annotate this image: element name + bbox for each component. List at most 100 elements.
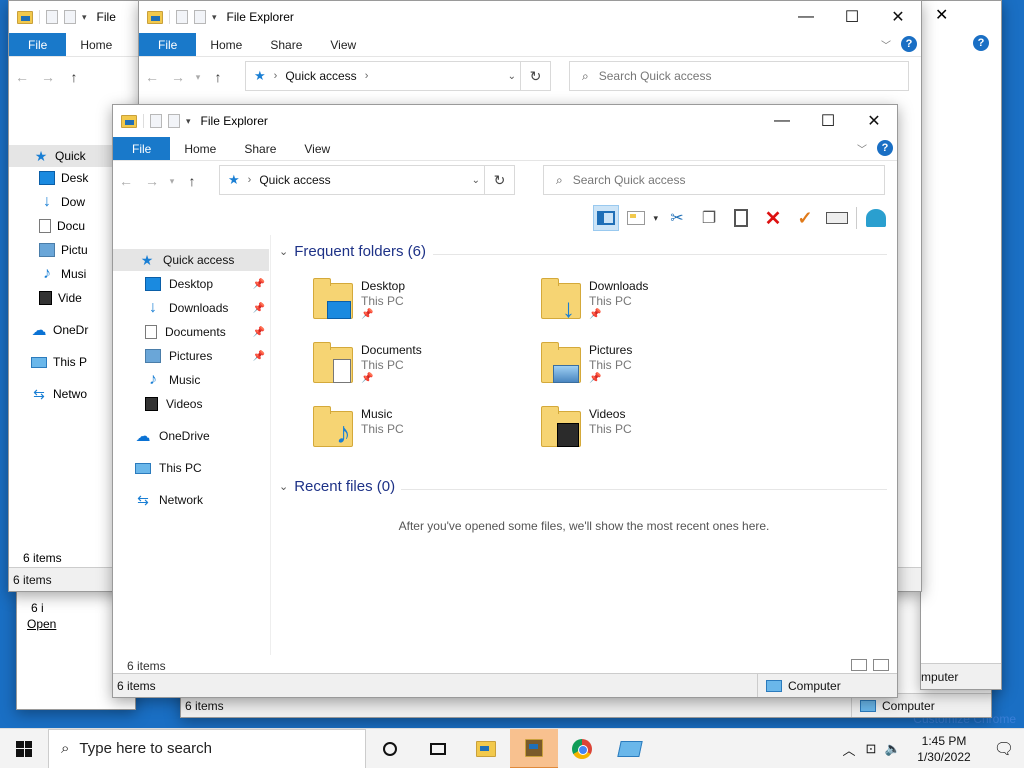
sidebar-item-quick-access[interactable]: ★ Quick access [113,249,269,271]
tab-share[interactable]: Share [256,33,316,56]
file-explorer-taskbar-button[interactable] [462,729,510,768]
delete-button[interactable]: ✕ [760,205,786,231]
refresh-icon[interactable]: ↻ [520,62,550,90]
sidebar-item-videos[interactable]: Vide [39,291,82,305]
properties-icon[interactable] [176,10,188,24]
properties-icon[interactable] [150,114,162,128]
pin-icon[interactable]: 📌 [253,279,265,290]
search-input[interactable]: ⌕ Search Quick access [569,61,909,91]
recent-files-header[interactable]: ⌄ Recent files (0) [279,478,395,495]
new-folder-icon[interactable] [168,114,180,128]
pin-icon[interactable]: 📌 [253,303,265,314]
chevron-down-icon[interactable]: ▾ [186,116,191,127]
sidebar-item-videos[interactable]: Videos [145,393,269,415]
up-icon[interactable]: ↑ [179,173,205,189]
up-icon[interactable]: ↑ [205,69,231,85]
tab-home[interactable]: Home [170,137,230,160]
chevron-down-icon[interactable]: ▾ [82,12,87,23]
new-folder-icon[interactable] [64,10,76,24]
tab-file[interactable]: File [113,137,171,160]
frequent-folders-header[interactable]: ⌄ Frequent folders (6) [279,243,426,260]
forward-icon[interactable]: → [35,69,61,85]
file-explorer-window[interactable]: ▾ File Explorer — ☐ ✕ File Home Share Vi… [112,104,898,698]
details-view-icon[interactable] [851,659,867,671]
properties-icon[interactable] [46,10,58,24]
navigation-pane-button[interactable] [593,205,620,231]
recent-locations-icon[interactable]: ▾ [165,176,179,187]
chevron-down-icon[interactable]: ▾ [653,213,658,224]
minimize-icon[interactable]: — [759,105,805,137]
tab-view[interactable]: View [290,137,344,160]
sidebar-item-desktop[interactable]: Desk [39,171,88,185]
new-folder-icon[interactable] [194,10,206,24]
sidebar-item-onedrive[interactable]: ☁ OneDrive [135,425,210,447]
sidebar-item-onedrive[interactable]: ☁ OneDr [31,322,89,339]
refresh-icon[interactable]: ↻ [484,166,514,194]
folder-tile-documents[interactable]: Documents This PC 📌 [313,341,422,387]
sidebar-item-pictures[interactable]: Pictures 📌 [145,345,269,367]
pin-icon[interactable]: 📌 [253,351,265,362]
folder-tile-pictures[interactable]: Pictures This PC 📌 [541,341,632,387]
sidebar-item-network[interactable]: ⇆ Netwo [31,386,87,402]
chrome-taskbar-button[interactable] [558,729,606,768]
clock[interactable]: 1:45 PM 1/30/2022 [904,733,984,765]
tab-file[interactable]: File [139,33,197,56]
tab-home[interactable]: Home [196,33,256,56]
cortana-button[interactable] [366,729,414,768]
sidebar-item-quick-access[interactable]: ★ Quick [9,145,119,167]
sidebar-item-documents[interactable]: Docu [39,219,85,233]
pin-icon[interactable]: 📌 [253,327,265,338]
tab-file[interactable]: File [9,33,67,56]
help-icon[interactable]: ? [901,36,917,52]
help-icon[interactable]: ? [877,140,893,156]
tab-home[interactable]: Home [66,33,126,56]
folder-tile-music[interactable]: ♪ Music This PC [313,405,404,451]
start-button[interactable] [0,729,48,768]
back-icon[interactable]: ← [9,69,35,85]
search-input[interactable]: ⌕ Search Quick access [543,165,885,195]
task-view-button[interactable] [414,729,462,768]
forward-icon[interactable]: → [139,173,165,189]
minimize-icon[interactable]: — [783,1,829,33]
up-icon[interactable]: ↑ [61,69,87,85]
copy-button[interactable]: ❐ [696,205,722,231]
rename-button[interactable]: ✓ [792,205,818,231]
open-link[interactable]: Open [27,617,56,631]
taskbar-search-box[interactable]: ⌕ Type here to search [48,728,366,768]
sidebar-item-pictures[interactable]: Pictu [39,243,88,257]
sidebar-item-desktop[interactable]: Desktop 📌 [145,273,269,295]
forward-icon[interactable]: → [165,69,191,85]
sidebar-item-this-pc[interactable]: This P [31,355,87,369]
sidebar-item-music[interactable]: ♪ Musi [39,265,86,282]
large-icons-view-icon[interactable] [873,659,889,671]
address-bar[interactable]: ★ › Quick access › ⌄ ↻ [245,61,551,91]
chevron-down-icon[interactable]: ﹀ [881,37,891,52]
expand-ribbon-icon[interactable]: ﹀ [857,141,867,156]
shell-button[interactable] [863,205,889,231]
recent-dropdown-icon[interactable]: ▾ [191,72,205,83]
address-bar[interactable]: ★ › Quick access ⌄ ↻ [219,165,515,195]
chevron-down-icon[interactable]: ⌄ [508,71,516,82]
background-window-right-2[interactable]: ✕ ? mputer [920,0,1002,690]
sidebar-item-downloads[interactable]: ↓ Downloads 📌 [145,297,269,319]
sidebar-item-network[interactable]: ⇆ Network [135,489,203,511]
tab-share[interactable]: Share [230,137,290,160]
network-icon[interactable]: ⊡ [860,741,882,757]
notifications-icon[interactable]: 🗨 [984,739,1024,759]
maximize-icon[interactable]: ☐ [829,1,875,33]
tab-view[interactable]: View [316,33,370,56]
sidebar-item-documents[interactable]: Documents 📌 [145,321,269,343]
maximize-icon[interactable]: ☐ [805,105,851,137]
sidebar-item-music[interactable]: ♪ Music [145,369,269,391]
volume-icon[interactable]: 🔈 [882,741,904,757]
paste-button[interactable] [728,205,754,231]
close-icon[interactable]: ✕ [935,5,948,25]
folder-tile-downloads[interactable]: ↓ Downloads This PC 📌 [541,277,648,323]
close-icon[interactable]: ✕ [851,105,897,137]
active-app-taskbar-button[interactable] [510,728,558,768]
help-icon[interactable]: ? [973,35,989,51]
folder-tile-videos[interactable]: Videos This PC [541,405,632,451]
back-icon[interactable]: ← [113,173,139,189]
chevron-up-icon[interactable]: ︿ [838,740,860,759]
chevron-down-icon[interactable]: ▾ [212,12,217,23]
